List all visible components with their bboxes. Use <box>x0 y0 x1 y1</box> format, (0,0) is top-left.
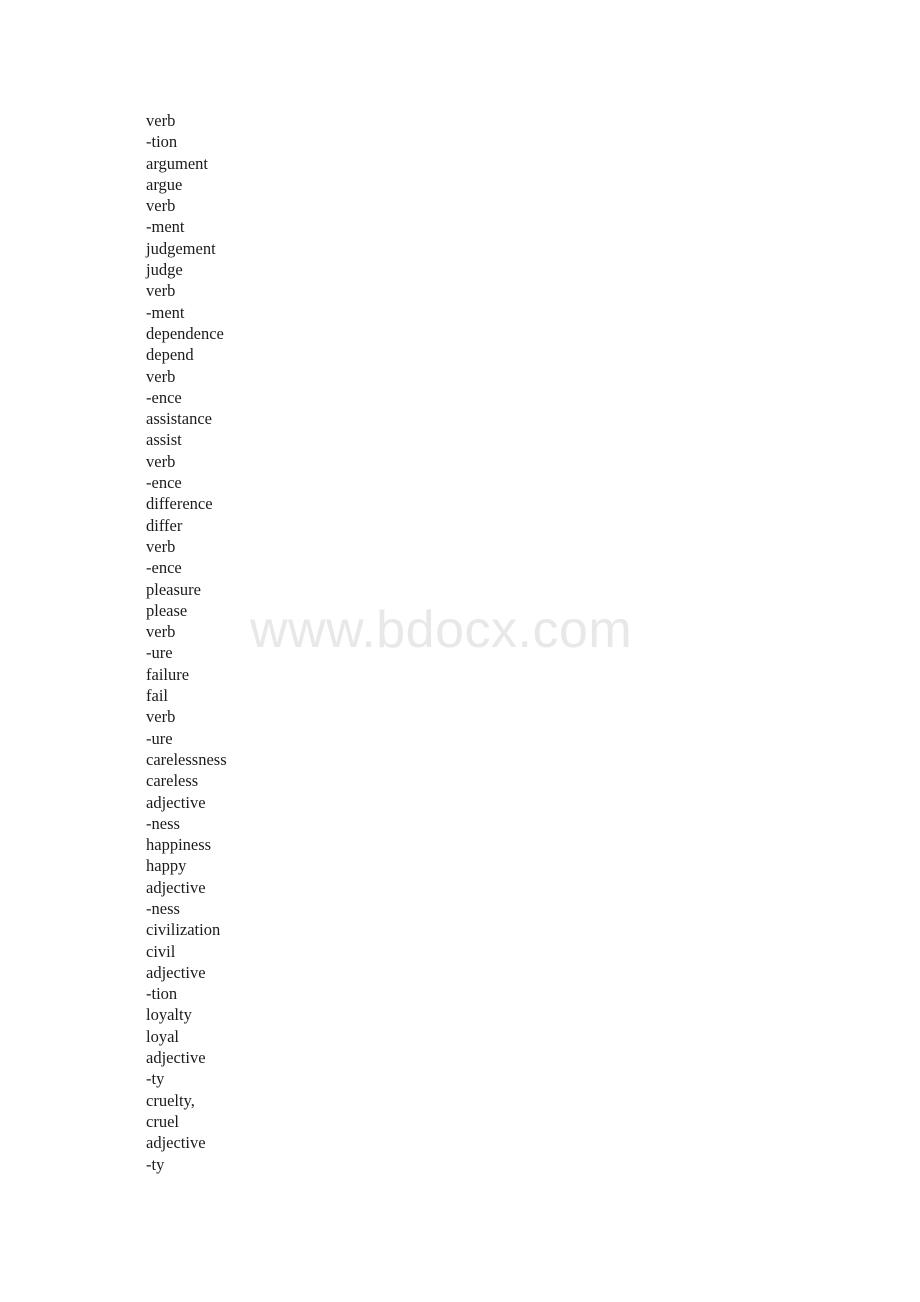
word-list-item: verb <box>146 366 176 386</box>
word-list-item: happy <box>146 856 187 876</box>
word-list-item: -ty <box>146 1069 165 1089</box>
word-list-item: -ty <box>146 1154 165 1174</box>
word-list-item: verb <box>146 111 176 130</box>
word-list-item: verb <box>146 536 176 556</box>
word-list-item: failure <box>146 664 190 684</box>
word-list-item: adjective <box>146 962 206 982</box>
word-list-item: loyal <box>146 1026 179 1046</box>
word-list-item: adjective <box>146 1133 206 1153</box>
word-list-item: cruel <box>146 1111 179 1131</box>
word-list-item: adjective <box>146 792 206 812</box>
word-derivation-list: verb -tion argument argue verb -ment judgement… <box>146 110 666 1175</box>
word-list-item: -ure <box>146 643 173 663</box>
word-list-item: verb <box>146 707 176 727</box>
word-list-item: -tion <box>146 984 178 1004</box>
word-list-item: careless <box>146 771 199 791</box>
word-list-item: argument <box>146 153 209 173</box>
word-list-item: -ness <box>146 898 180 918</box>
word-list-item: -ment <box>146 302 185 322</box>
word-list-item: assist <box>146 430 182 450</box>
word-list-item: happiness <box>146 835 212 855</box>
word-list-item: -tion <box>146 132 178 152</box>
word-list-item: -ence <box>146 473 182 493</box>
word-list-item: carelessness <box>146 749 227 769</box>
word-list-item: -ure <box>146 728 173 748</box>
word-list-item: loyalty <box>146 1005 192 1025</box>
word-list-item: adjective <box>146 877 206 897</box>
word-list-item: verb <box>146 451 176 471</box>
word-list-item: -ence <box>146 558 182 578</box>
word-list-item: difference <box>146 494 213 514</box>
word-list-item: -ment <box>146 217 185 237</box>
word-list-item: differ <box>146 515 183 535</box>
word-list-item: depend <box>146 345 194 365</box>
word-list-item: please <box>146 600 188 620</box>
word-list-item: -ence <box>146 387 182 407</box>
word-list-item: cruelty, <box>146 1090 195 1110</box>
word-list-item: verb <box>146 196 176 216</box>
word-list-item: adjective <box>146 1048 206 1068</box>
word-list-item: verb <box>146 281 176 301</box>
word-list-item: judgement <box>146 238 216 258</box>
word-list-item: pleasure <box>146 579 201 599</box>
word-list-item: verb <box>146 622 176 642</box>
word-list-item: civilization <box>146 920 221 940</box>
word-list-item: dependence <box>146 323 224 343</box>
word-list-item: -ness <box>146 813 180 833</box>
word-list-item: civil <box>146 941 176 961</box>
word-list-item: judge <box>146 260 183 280</box>
word-list-item: assistance <box>146 409 212 429</box>
document-page: www.bdocx.com verb -tion argument argue verb… <box>0 0 920 1302</box>
word-list-item: fail <box>146 686 168 706</box>
word-list-item: argue <box>146 174 183 194</box>
